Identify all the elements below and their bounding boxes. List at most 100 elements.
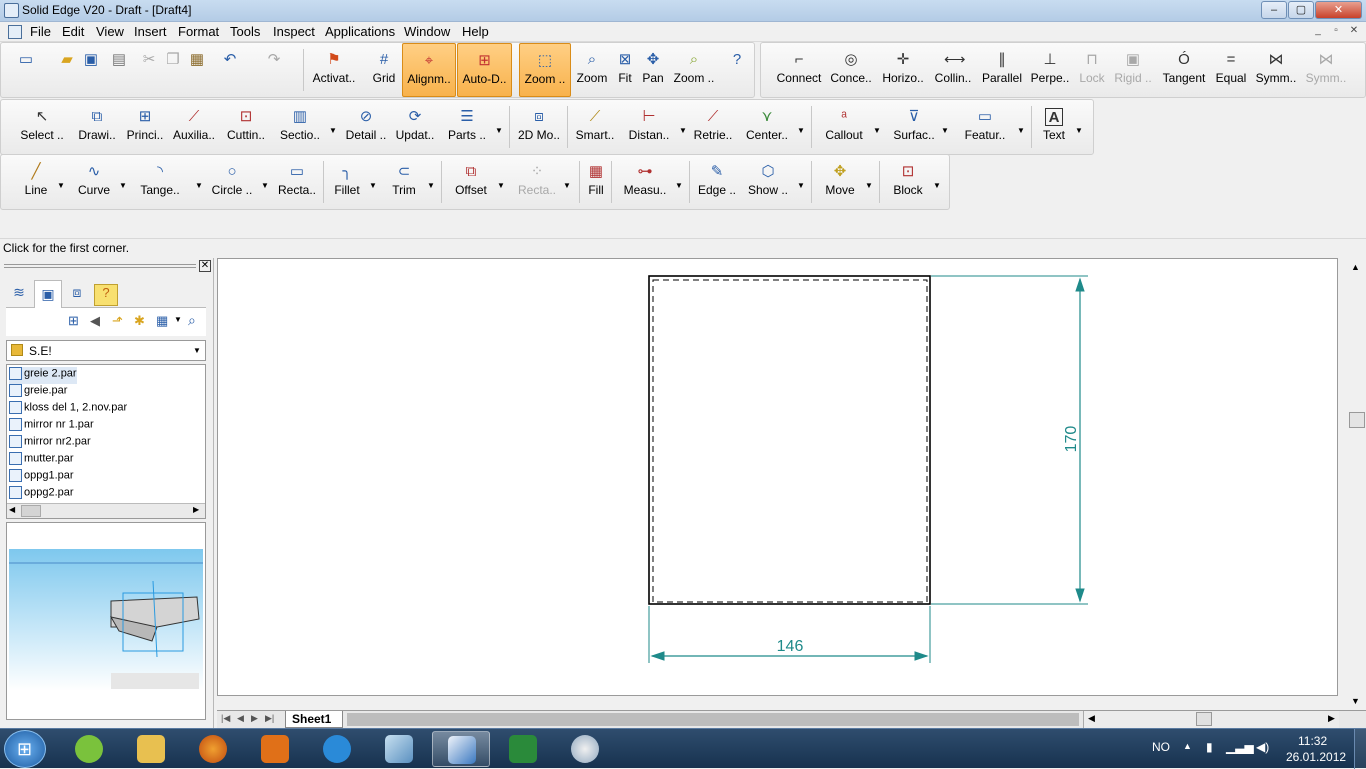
folder-select[interactable]: S.E! ▼ xyxy=(6,340,206,361)
scroll-left-icon[interactable]: ◀ xyxy=(1088,713,1095,724)
clock-date[interactable]: 26.01.2012 xyxy=(1286,750,1346,764)
show-edges-button[interactable]: ⬡ Show .. xyxy=(745,155,791,209)
fillet-button[interactable]: ╮ Fillet xyxy=(329,155,365,209)
print-button[interactable]: ▤ xyxy=(109,43,129,97)
parts-list-button[interactable]: ☰ Parts .. xyxy=(445,100,489,154)
smart-dimension-button[interactable]: ⟋ Smart.. xyxy=(573,100,617,154)
rectangle-button[interactable]: ▭ Recta.. xyxy=(275,155,319,209)
move-button[interactable]: ✥ Move xyxy=(819,155,861,209)
drawing-canvas[interactable]: 170 146 xyxy=(217,258,1338,696)
document-icon[interactable] xyxy=(8,25,22,39)
dimension-value-width[interactable]: 146 xyxy=(777,638,804,655)
surface-texture-button[interactable]: ⊽ Surfac.. xyxy=(889,100,939,154)
network-icon[interactable]: ▁▃▅ xyxy=(1226,740,1254,754)
update-views-button[interactable]: ⟳ Updat.. xyxy=(393,100,437,154)
open-button[interactable]: ▰ xyxy=(57,43,77,97)
chevron-down-icon[interactable]: ▼ xyxy=(427,181,435,190)
taskbar-firefox[interactable] xyxy=(184,731,242,767)
auxiliary-view-button[interactable]: ⟋ Auxilia.. xyxy=(171,100,217,154)
concentric-button[interactable]: ◎ Conce.. xyxy=(829,43,873,97)
grid-button[interactable]: # Grid xyxy=(367,43,401,97)
parallel-button[interactable]: ∥ Parallel xyxy=(979,43,1025,97)
panel-gripper[interactable] xyxy=(4,264,196,268)
tangent-button[interactable]: Ó Tangent xyxy=(1159,43,1209,97)
taskbar-paint[interactable] xyxy=(556,731,614,767)
maximize-button[interactable]: ▢ xyxy=(1288,1,1314,19)
chevron-down-icon[interactable]: ▼ xyxy=(497,181,505,190)
canvas-vscrollbar[interactable]: ▲ ▼ xyxy=(1338,258,1366,710)
list-item[interactable]: kloss del 1, 2.nov.par xyxy=(9,401,127,418)
library-tab-icon[interactable]: ▣ xyxy=(34,280,62,308)
language-indicator[interactable]: NO xyxy=(1152,740,1170,754)
collinear-button[interactable]: ⟷ Collin.. xyxy=(931,43,975,97)
cut-button[interactable]: ✂ xyxy=(139,43,159,97)
list-item[interactable]: oppg2.par xyxy=(9,486,74,503)
chevron-down-icon[interactable]: ▼ xyxy=(865,181,873,190)
select-tool-button[interactable]: ↖ Select .. xyxy=(17,100,67,154)
chevron-down-icon[interactable]: ▼ xyxy=(873,126,881,135)
volume-icon[interactable]: ◀) xyxy=(1256,740,1269,754)
taskbar-excel[interactable] xyxy=(494,731,552,767)
zoom-area-button[interactable]: ⬚ Zoom .. xyxy=(519,43,571,97)
feature-library-icon[interactable]: ⧈ xyxy=(66,284,88,306)
2d-model-button[interactable]: ⧈ 2D Mo.. xyxy=(515,100,563,154)
up-folder-icon[interactable]: ⬏ xyxy=(112,313,123,329)
dimension-value-height[interactable]: 170 xyxy=(1063,426,1080,453)
chevron-down-icon[interactable]: ▼ xyxy=(195,181,203,190)
taskbar-spotify[interactable] xyxy=(60,731,118,767)
trim-button[interactable]: ⊂ Trim xyxy=(387,155,421,209)
show-desktop-button[interactable] xyxy=(1354,729,1366,769)
zoom-dynamic-button[interactable]: ⌕ Zoom .. xyxy=(671,43,717,97)
redo-button[interactable]: ↷ xyxy=(259,43,289,97)
mdi-minimize-button[interactable]: _ xyxy=(1310,24,1326,39)
activate-button[interactable]: ⚑ Activat.. xyxy=(309,43,359,97)
back-arrow-icon[interactable]: ◀ xyxy=(90,313,100,329)
rectangle-outline[interactable] xyxy=(648,275,931,605)
lock-button[interactable]: ⊓ Lock xyxy=(1075,43,1109,97)
chevron-down-icon[interactable]: ▼ xyxy=(174,315,182,324)
auto-dimension-button[interactable]: ⊞ Auto-D.. xyxy=(457,43,512,97)
copy-button[interactable]: ❐ xyxy=(163,43,183,97)
list-view-icon[interactable]: ▦ xyxy=(156,313,168,329)
menu-window[interactable]: Window xyxy=(402,24,452,39)
next-sheet-icon[interactable]: ▶ xyxy=(251,713,258,724)
block-button[interactable]: ⊡ Block xyxy=(887,155,929,209)
text-button[interactable]: A Text xyxy=(1039,100,1069,154)
detail-view-button[interactable]: ⊘ Detail .. xyxy=(343,100,389,154)
circle-button[interactable]: ○ Circle .. xyxy=(209,155,255,209)
edge-painter-button[interactable]: ✎ Edge .. xyxy=(695,155,739,209)
callout-button[interactable]: ᵃ Callout xyxy=(819,100,869,154)
drawing-sheet[interactable]: 170 146 xyxy=(218,259,1337,695)
chevron-down-icon[interactable]: ▼ xyxy=(563,181,571,190)
list-item[interactable]: mutter.par xyxy=(9,452,74,469)
offset-button[interactable]: ⧉ Offset xyxy=(449,155,493,209)
list-item[interactable]: greie.par xyxy=(9,384,67,401)
scroll-right-icon[interactable]: ▶ xyxy=(193,505,199,514)
line-button[interactable]: ╱ Line xyxy=(19,155,53,209)
symmetric-button[interactable]: ⋈ Symm.. xyxy=(1253,43,1299,97)
rectangular-pattern-button[interactable]: ⁘ Recta.. xyxy=(515,155,559,209)
menu-inspect[interactable]: Inspect xyxy=(271,24,317,39)
connect-button[interactable]: ⌐ Connect xyxy=(773,43,825,97)
save-button[interactable]: ▣ xyxy=(81,43,101,97)
chevron-down-icon[interactable]: ▼ xyxy=(933,181,941,190)
menu-applications[interactable]: Applications xyxy=(323,24,397,39)
retrieve-dimensions-button[interactable]: ⟋ Retrie.. xyxy=(693,100,733,154)
fill-button[interactable]: ▦ Fill xyxy=(585,155,607,209)
scroll-thumb[interactable] xyxy=(21,505,41,517)
menu-edit[interactable]: Edit xyxy=(60,24,86,39)
previous-sheet-icon[interactable]: ◀ xyxy=(237,713,244,724)
symmetry-axis-button[interactable]: ⋈ Symm.. xyxy=(1303,43,1349,97)
show-hidden-icons-icon[interactable]: ▲ xyxy=(1183,741,1192,751)
drawing-view-button[interactable]: ⧉ Drawi.. xyxy=(75,100,119,154)
new-button[interactable]: ▭ xyxy=(13,43,39,97)
menu-format[interactable]: Format xyxy=(176,24,221,39)
chevron-down-icon[interactable]: ▼ xyxy=(675,181,683,190)
mdi-close-button[interactable]: ✕ xyxy=(1346,24,1362,39)
search-icon[interactable]: ⌕ xyxy=(188,312,196,329)
chevron-down-icon[interactable]: ▼ xyxy=(679,126,687,135)
clock-time[interactable]: 11:32 xyxy=(1298,734,1327,748)
undo-button[interactable]: ↶ xyxy=(215,43,245,97)
section-view-button[interactable]: ▥ Sectio.. xyxy=(277,100,323,154)
principal-view-button[interactable]: ⊞ Princi.. xyxy=(123,100,167,154)
